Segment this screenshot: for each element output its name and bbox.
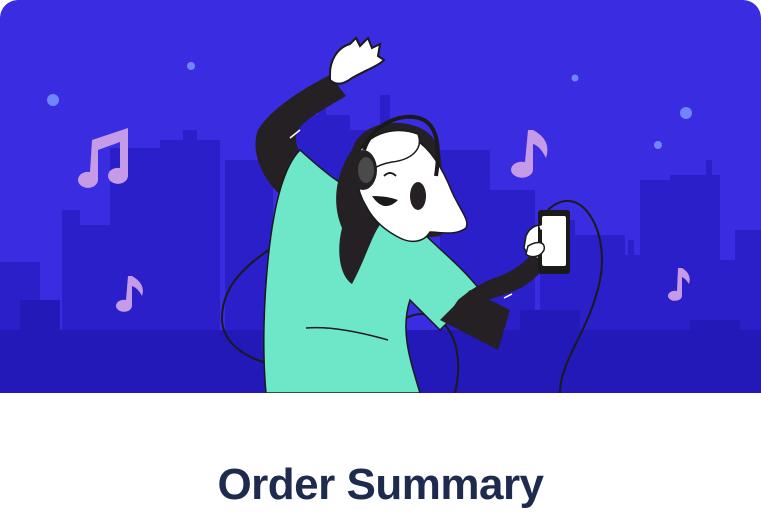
page-title: Order Summary <box>217 460 544 509</box>
order-summary-card: Order Summary <box>0 0 761 513</box>
hero-illustration-svg <box>0 0 761 393</box>
hero-illustration <box>0 0 761 393</box>
phone-icon <box>538 210 570 274</box>
